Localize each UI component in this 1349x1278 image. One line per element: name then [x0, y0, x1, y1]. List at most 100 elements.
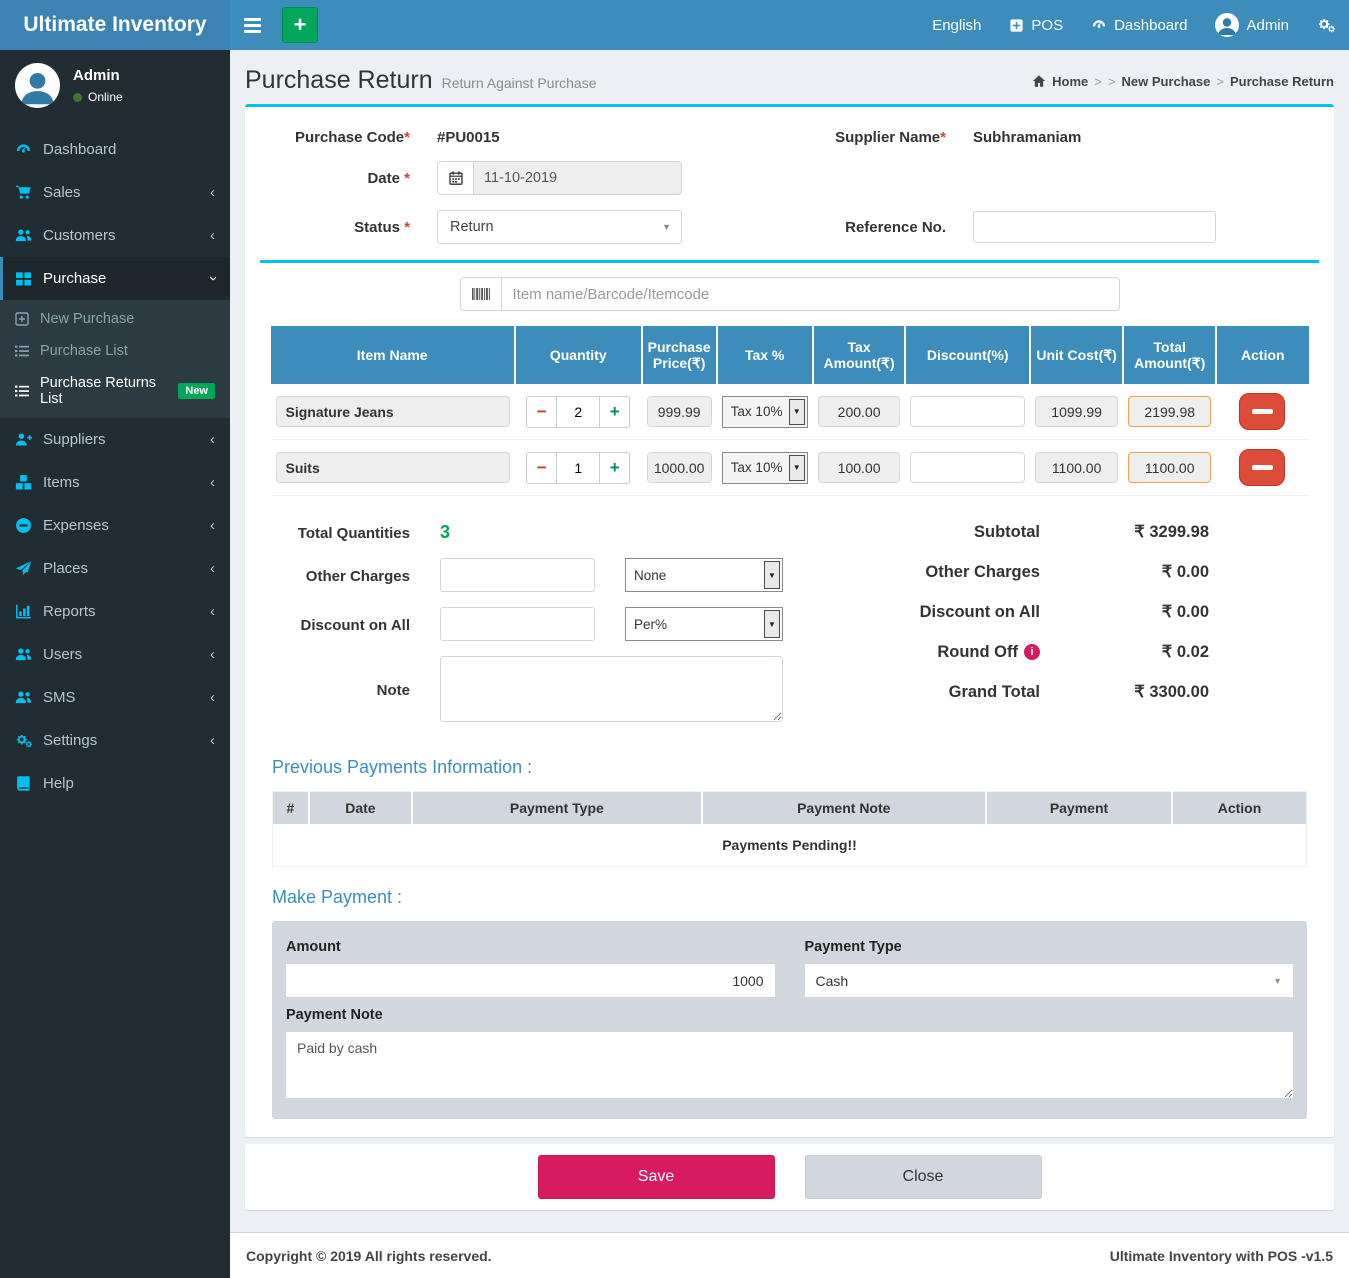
purchase-price-input[interactable]	[647, 452, 712, 483]
sidebar-item-items[interactable]: Items ‹	[0, 461, 230, 504]
user-menu[interactable]: Admin	[1201, 0, 1303, 50]
avatar	[15, 63, 60, 108]
other-charges-summary-value: ₹ 0.00	[1040, 562, 1209, 582]
pos-link[interactable]: POS	[995, 0, 1077, 50]
previous-payments-table: # Date Payment Type Payment Note Payment…	[272, 791, 1307, 867]
submenu-item-purchase-list[interactable]: Purchase List	[0, 335, 230, 367]
save-button[interactable]: Save	[538, 1155, 775, 1199]
qty-decrease-button[interactable]: −	[526, 396, 557, 428]
item-search-input[interactable]	[501, 277, 1120, 311]
sidebar-toggle-button[interactable]	[230, 0, 274, 50]
table-row: − + Tax 10% ▼	[271, 384, 1309, 440]
tax-select[interactable]: Tax 10% ▼	[722, 396, 808, 428]
sidebar-item-places[interactable]: Places ‹	[0, 547, 230, 590]
other-charges-type-select[interactable]: None ▼	[625, 558, 783, 592]
sidebar-item-purchase[interactable]: Purchase ‹	[0, 257, 230, 300]
col-quantity: Quantity	[515, 326, 642, 384]
home-icon	[1032, 74, 1046, 88]
unit-cost-input[interactable]	[1035, 396, 1118, 427]
topbar-right: English POS Dashboard Admin	[918, 0, 1349, 50]
total-amount-input[interactable]	[1128, 396, 1211, 427]
cogs-icon	[15, 732, 32, 749]
close-button[interactable]: Close	[805, 1155, 1042, 1199]
settings-menu[interactable]	[1303, 0, 1349, 50]
language-menu[interactable]: English	[918, 0, 995, 50]
discount-on-all-input[interactable]	[440, 607, 595, 641]
page-subtitle: Return Against Purchase	[442, 75, 597, 91]
discount-input[interactable]	[910, 396, 1024, 427]
tax-select[interactable]: Tax 10% ▼	[722, 452, 808, 484]
total-amount-input[interactable]	[1128, 452, 1211, 483]
remove-item-button[interactable]	[1239, 393, 1285, 430]
submenu-item-purchase-returns-list[interactable]: Purchase Returns List New	[0, 367, 230, 415]
col-action: Action	[1216, 326, 1308, 384]
tax-amount-input[interactable]	[818, 396, 901, 427]
quantity-stepper: − +	[520, 452, 637, 484]
minus-circle-icon	[15, 517, 32, 534]
col-discount: Discount(%)	[905, 326, 1029, 384]
sidebar-item-users[interactable]: Users ‹	[0, 633, 230, 676]
grand-total-label: Grand Total	[949, 683, 1040, 702]
online-status: Online	[73, 90, 123, 104]
brand-logo[interactable]: Ultimate Inventory	[0, 0, 230, 50]
item-name-input[interactable]	[276, 452, 510, 483]
note-textarea[interactable]	[440, 656, 783, 722]
chevron-left-icon: ‹	[210, 732, 215, 749]
chevron-left-icon: ‹	[210, 517, 215, 534]
col-action: Action	[1172, 792, 1306, 825]
col-item-name: Item Name	[271, 326, 515, 384]
unit-cost-input[interactable]	[1035, 452, 1118, 483]
quantity-stepper: − +	[520, 396, 637, 428]
breadcrumb-home[interactable]: Home	[1052, 74, 1088, 89]
chevron-left-icon: ‹	[210, 603, 215, 620]
reference-input[interactable]	[973, 211, 1216, 243]
calendar-icon	[437, 161, 473, 195]
discount-input[interactable]	[910, 452, 1024, 483]
discount-type-select[interactable]: Per% ▼	[625, 607, 783, 641]
chevron-left-icon: ‹	[210, 560, 215, 577]
cubes-icon	[15, 474, 32, 491]
plus-square-icon	[1009, 18, 1024, 33]
sidebar-item-dashboard[interactable]: Dashboard	[0, 128, 230, 171]
item-name-input[interactable]	[276, 396, 510, 427]
submenu-item-new-purchase[interactable]: New Purchase	[0, 303, 230, 335]
sidebar-item-suppliers[interactable]: Suppliers ‹	[0, 418, 230, 461]
sidebar-item-sms[interactable]: SMS ‹	[0, 676, 230, 719]
discount-on-all-label: Discount on All	[245, 615, 410, 634]
dashboard-link[interactable]: Dashboard	[1077, 0, 1201, 50]
qty-increase-button[interactable]: +	[599, 396, 630, 428]
col-unit-cost: Unit Cost(₹)	[1030, 326, 1123, 384]
qty-decrease-button[interactable]: −	[526, 452, 557, 484]
chevron-down-icon: ▼	[789, 399, 805, 425]
col-payment-type: Payment Type	[412, 792, 702, 825]
other-charges-input[interactable]	[440, 558, 595, 592]
purchase-price-input[interactable]	[647, 396, 712, 427]
other-charges-summary-label: Other Charges	[925, 563, 1040, 582]
qty-input[interactable]	[557, 396, 599, 428]
amount-input[interactable]	[286, 964, 775, 997]
payment-note-textarea[interactable]: Paid by cash	[286, 1032, 1293, 1098]
sidebar-item-reports[interactable]: Reports ‹	[0, 590, 230, 633]
chevron-left-icon: ‹	[210, 689, 215, 706]
status-select[interactable]: Return ▼	[437, 210, 682, 244]
qty-increase-button[interactable]: +	[599, 452, 630, 484]
payment-note-label: Payment Note	[286, 1007, 1293, 1023]
sidebar-item-sales[interactable]: Sales ‹	[0, 171, 230, 214]
chevron-left-icon: ‹	[210, 474, 215, 491]
remove-item-button[interactable]	[1239, 449, 1285, 486]
date-input[interactable]	[473, 161, 682, 195]
chevron-left-icon: ‹	[210, 184, 215, 201]
quick-add-button[interactable]: +	[282, 7, 318, 43]
breadcrumb-new-purchase[interactable]: New Purchase	[1121, 74, 1210, 89]
list-icon	[14, 383, 30, 399]
tax-amount-input[interactable]	[818, 452, 901, 483]
sidebar-item-help[interactable]: Help	[0, 762, 230, 805]
qty-input[interactable]	[557, 452, 599, 484]
info-icon[interactable]: i	[1024, 644, 1040, 660]
sidebar-item-settings[interactable]: Settings ‹	[0, 719, 230, 762]
sidebar-item-customers[interactable]: Customers ‹	[0, 214, 230, 257]
chevron-down-icon: ▼	[1273, 976, 1282, 986]
sidebar-item-expenses[interactable]: Expenses ‹	[0, 504, 230, 547]
amount-label: Amount	[286, 939, 775, 955]
payment-type-select[interactable]: Cash ▼	[805, 964, 1294, 997]
